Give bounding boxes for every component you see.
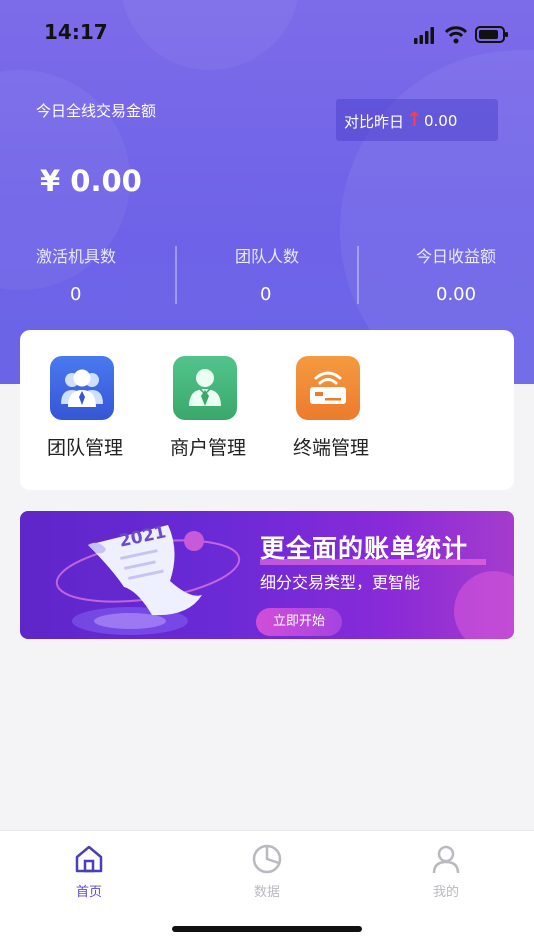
profile-icon (432, 845, 460, 874)
menu-card: 团队管理 商户管理 终端管理 (20, 330, 514, 490)
tab-profile[interactable]: 我的 (386, 841, 506, 901)
home-indicator (172, 926, 362, 932)
decor-circle (120, 0, 300, 70)
divider (175, 246, 177, 304)
divider (357, 246, 359, 304)
status-icons (412, 24, 512, 46)
stat-value-activated-devices: 0 (70, 284, 82, 305)
tab-label: 我的 (432, 885, 459, 900)
tab-data[interactable]: 数据 (207, 841, 327, 901)
total-amount: ¥ 0.00 (40, 164, 142, 198)
today-total-label: 今日全线交易金额 (36, 102, 157, 120)
menu-item-merchant-management[interactable]: 商户管理 (153, 356, 263, 466)
promo-banner[interactable]: 2021 更全面的账单统计 细分交易类型，更智能 立即开始 (20, 511, 514, 639)
compare-value: 0.00 (424, 112, 458, 130)
stat-label-activated-devices: 激活机具数 (36, 247, 117, 266)
menu-label: 终端管理 (292, 437, 369, 459)
compare-label: 对比昨日 (344, 113, 405, 131)
banner-subtitle: 细分交易类型，更智能 (260, 573, 421, 592)
tab-label: 数据 (253, 885, 280, 900)
signal-wifi-battery-icon (414, 26, 508, 44)
home-icon (75, 845, 103, 873)
stat-value-team-members: 0 (260, 284, 272, 305)
start-now-button[interactable]: 立即开始 (256, 608, 342, 636)
menu-label: 商户管理 (169, 437, 246, 459)
banner-title: 更全面的账单统计 (260, 534, 469, 563)
menu-item-team-management[interactable]: 团队管理 (30, 356, 140, 466)
merchant-icon (173, 356, 237, 420)
arrow-up-icon: ↑ (406, 107, 423, 131)
bottom-tab-bar: 首页 数据 我的 (0, 830, 534, 951)
menu-label: 团队管理 (46, 437, 123, 459)
status-time: 14:17 (44, 20, 108, 44)
menu-item-terminal-management[interactable]: 终端管理 (276, 356, 386, 466)
terminal-icon (296, 356, 360, 420)
stat-label-team-members: 团队人数 (235, 247, 300, 266)
tab-home[interactable]: 首页 (29, 841, 149, 901)
compare-yesterday-box: 对比昨日 ↑ 0.00 (336, 99, 498, 141)
tab-label: 首页 (75, 885, 102, 900)
stat-label-today-earnings: 今日收益额 (416, 247, 497, 266)
stat-value-today-earnings: 0.00 (436, 284, 477, 305)
pie-chart-icon (252, 844, 282, 874)
team-icon (50, 356, 114, 420)
